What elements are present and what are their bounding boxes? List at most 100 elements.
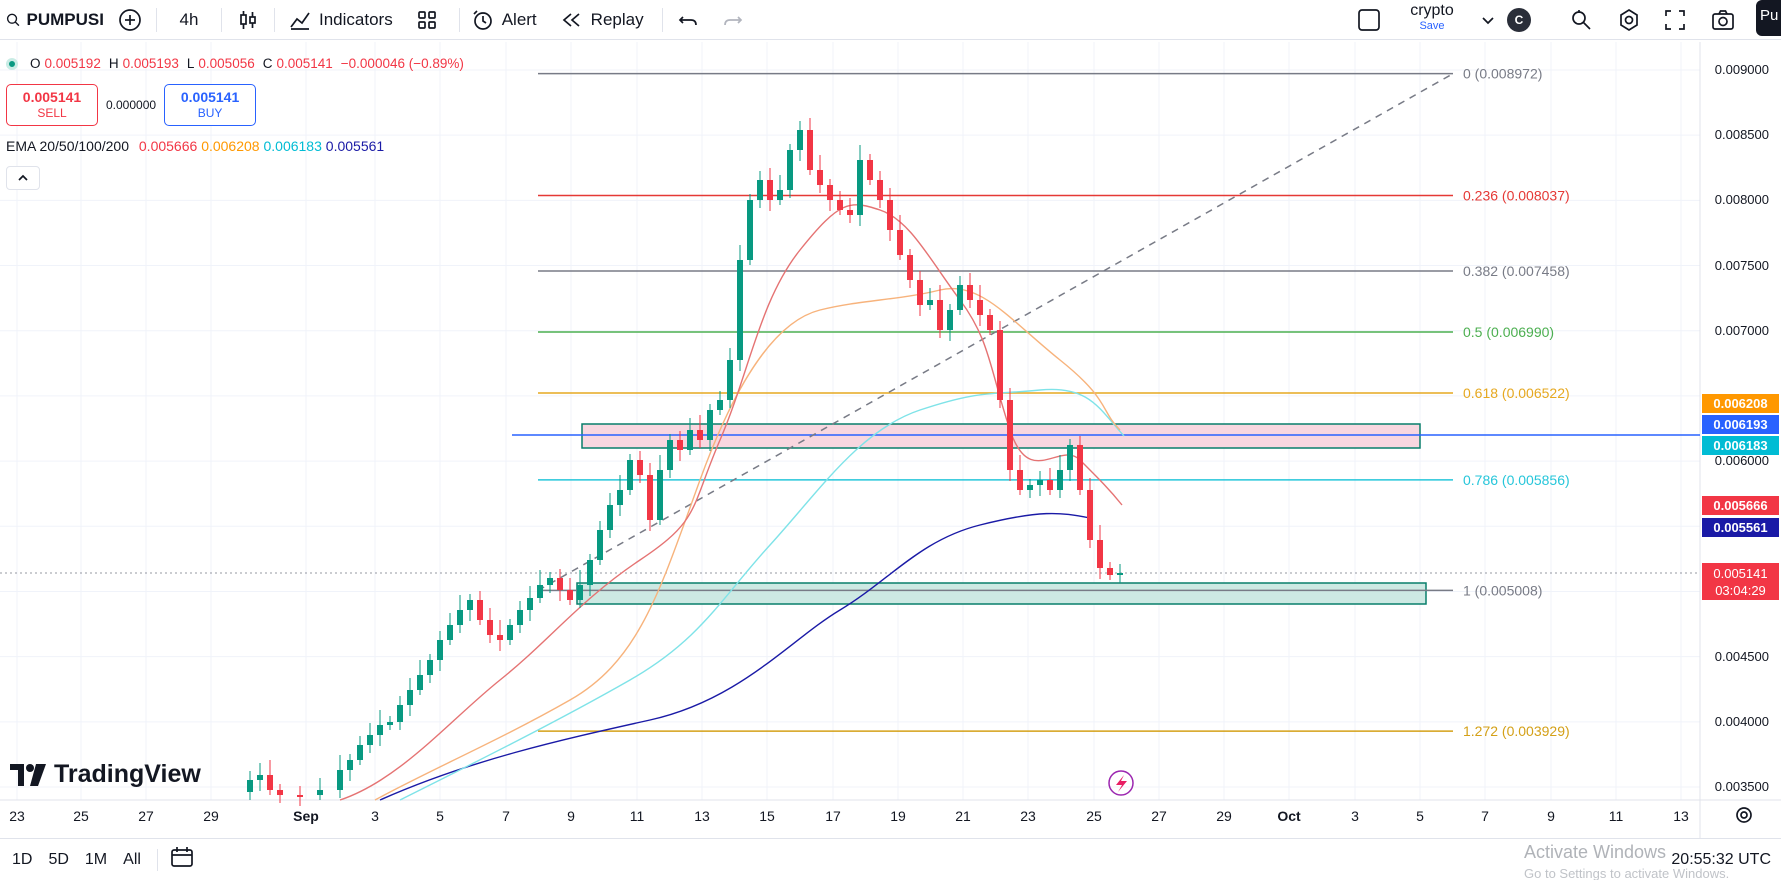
- chart-type-button[interactable]: [222, 0, 274, 40]
- candle-body: [427, 660, 433, 675]
- indicators-button[interactable]: Indicators: [275, 0, 407, 40]
- candle-body: [497, 635, 503, 640]
- tradingview-app: PUMPUSI 4h Indicators Alert Replay crypt…: [0, 0, 1781, 880]
- candle-body: [457, 610, 463, 625]
- fib-label: 1 (0.005008): [1463, 582, 1542, 598]
- high-value: 0.005193: [122, 56, 179, 71]
- candle-body: [767, 180, 773, 200]
- alert-label: Alert: [501, 9, 537, 29]
- close-value: 0.005141: [276, 56, 333, 71]
- time-axis-label: 17: [825, 808, 841, 824]
- price-tag: 0.006193: [1702, 415, 1779, 434]
- candle-body: [517, 610, 523, 625]
- time-axis-label: 19: [890, 808, 906, 824]
- layout-dropdown[interactable]: [1478, 0, 1498, 40]
- activation-watermark-sub: Go to Settings to activate Windows.: [1524, 866, 1730, 880]
- candle-body: [507, 625, 513, 640]
- price-axis-label: 0.004500: [1714, 648, 1769, 664]
- candle-body: [787, 150, 793, 190]
- bottom-bar: 1D 5D 1M All 20:55:32 UTC: [0, 838, 1781, 880]
- candle-body: [367, 735, 373, 745]
- candle-body: [627, 460, 633, 490]
- price-axis-label: 0.008500: [1714, 127, 1769, 143]
- alert-button[interactable]: Alert: [460, 0, 549, 40]
- candle-body: [527, 598, 533, 610]
- square-icon: [1358, 8, 1380, 31]
- replay-button[interactable]: Replay: [549, 0, 656, 40]
- range-1m[interactable]: 1M: [85, 851, 107, 869]
- snapshot-button[interactable]: [1708, 0, 1738, 40]
- time-axis-label: 27: [1151, 808, 1167, 824]
- fullscreen-button[interactable]: [1660, 0, 1690, 40]
- fib-label: 0.236 (0.008037): [1463, 188, 1570, 204]
- ema-line-3: [339, 204, 1123, 801]
- price-axis-label: 0.003500: [1714, 779, 1769, 794]
- price-chart[interactable]: 0 (0.008972) 0.236 (0.008037) 0.382 (0.007…: [0, 42, 1781, 880]
- sell-label: SELL: [37, 106, 67, 120]
- candle-body: [647, 475, 653, 520]
- price-tag: 0.005561: [1702, 518, 1779, 537]
- price-axis-label: 0.007000: [1714, 322, 1769, 338]
- candle-body: [917, 280, 923, 305]
- candle-body: [1107, 568, 1113, 575]
- time-axis-label: 25: [73, 808, 89, 824]
- candle-body: [887, 200, 893, 230]
- compare-button[interactable]: [104, 0, 156, 40]
- tradingview-logo[interactable]: TradingView: [10, 760, 201, 789]
- price-axis-label: 0.004000: [1714, 713, 1769, 729]
- layout-name-button[interactable]: crypto Save: [1402, 2, 1462, 32]
- symbol-search[interactable]: PUMPUSI: [0, 0, 104, 40]
- candle-body: [727, 360, 733, 400]
- time-axis-label: 15: [759, 808, 775, 824]
- interval-button[interactable]: 4h: [157, 0, 221, 40]
- candle-body: [377, 725, 383, 735]
- live-dot: [6, 57, 18, 70]
- time-axis-label: 29: [1216, 808, 1232, 824]
- range-all[interactable]: All: [123, 851, 141, 869]
- candle-body: [907, 255, 913, 280]
- candle-body: [977, 300, 983, 315]
- layout-toggle-button[interactable]: [1354, 0, 1384, 40]
- sell-button[interactable]: 0.005141 SELL: [6, 84, 98, 126]
- time-axis-label: 25: [1086, 808, 1102, 824]
- time-axis-label: 23: [1020, 808, 1036, 824]
- low-key: L: [186, 56, 195, 71]
- date-range-button[interactable]: [170, 846, 194, 873]
- candle-body: [297, 795, 303, 797]
- settings-button[interactable]: [1614, 0, 1644, 40]
- collapse-legend-button[interactable]: [6, 166, 40, 190]
- candle-body: [1067, 445, 1073, 470]
- candle-body: [937, 300, 943, 330]
- candle-body: [757, 180, 763, 200]
- candle-body: [717, 400, 723, 410]
- price-tag: 0.005666: [1702, 496, 1779, 515]
- buy-button[interactable]: 0.005141 BUY: [164, 84, 257, 126]
- fib-label: 0.5 (0.006990): [1463, 324, 1554, 340]
- candle-body: [577, 585, 583, 600]
- undo-button[interactable]: [663, 0, 713, 40]
- ema-legend[interactable]: EMA 20/50/100/200 0.005666 0.006208 0.00…: [6, 138, 384, 154]
- user-avatar[interactable]: C: [1507, 8, 1531, 32]
- quick-search-button[interactable]: [1566, 0, 1596, 40]
- axis-settings-button[interactable]: [1733, 804, 1755, 826]
- open-value: 0.005192: [44, 56, 101, 71]
- candle-body: [747, 200, 753, 260]
- range-1d[interactable]: 1D: [12, 851, 32, 869]
- candle-body: [697, 430, 703, 440]
- templates-button[interactable]: [407, 0, 447, 40]
- candle-body: [927, 300, 933, 305]
- time-axis-label: 7: [1481, 808, 1489, 824]
- interval-label: 4h: [179, 9, 199, 29]
- candle-body: [827, 185, 833, 200]
- candle-body: [967, 285, 973, 300]
- low-value: 0.005056: [198, 56, 255, 71]
- candle-body: [587, 560, 593, 585]
- time-axis-label: 23: [9, 808, 25, 824]
- ema50-value: 0.006208: [201, 138, 260, 154]
- range-5d[interactable]: 5D: [48, 851, 68, 869]
- publish-button[interactable]: Pu: [1756, 0, 1781, 36]
- tv-logo-icon: [10, 763, 46, 786]
- redo-button[interactable]: [713, 0, 753, 40]
- overlays: [1108, 770, 1134, 796]
- time-axis-label: 21: [955, 808, 971, 824]
